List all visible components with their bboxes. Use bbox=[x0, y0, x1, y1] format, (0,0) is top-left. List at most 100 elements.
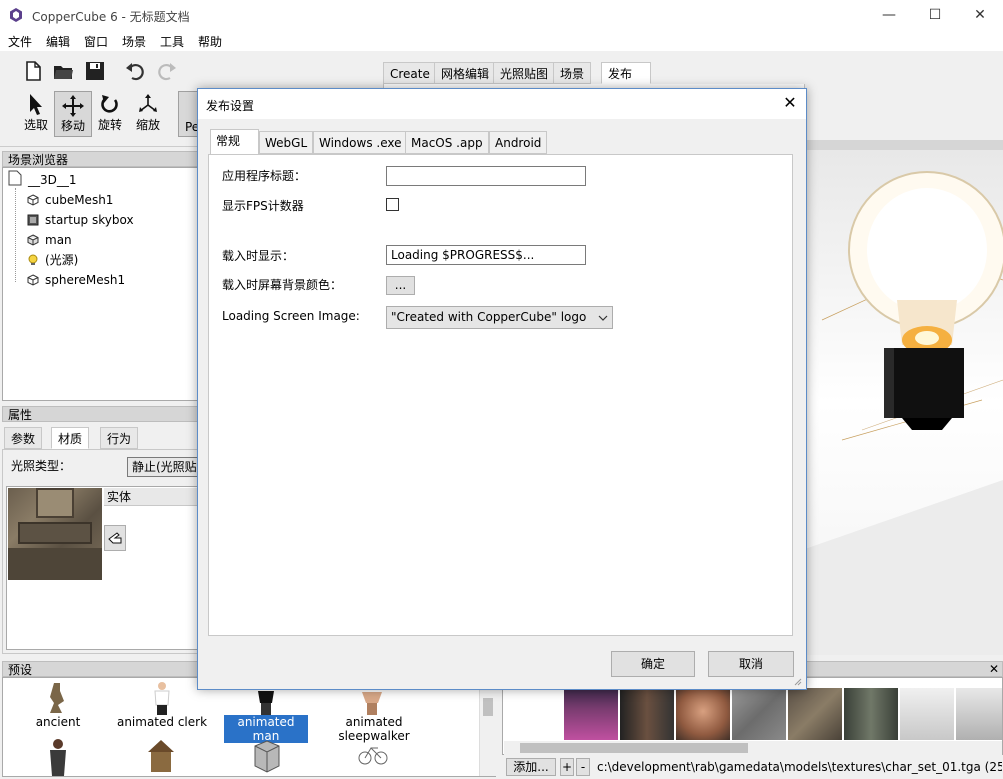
dialog-titlebar bbox=[198, 89, 806, 119]
menu-help[interactable]: 帮助 bbox=[198, 33, 222, 50]
open-folder-icon[interactable] bbox=[52, 60, 74, 82]
app-title-input[interactable] bbox=[386, 166, 586, 186]
tab-material[interactable]: 材质 bbox=[51, 427, 89, 449]
material-type-button[interactable] bbox=[104, 525, 126, 551]
textures-scrollbar[interactable] bbox=[504, 741, 1002, 755]
tab-android[interactable]: Android bbox=[489, 131, 547, 154]
tab-scene[interactable]: 场景 bbox=[553, 62, 591, 84]
menu-scene[interactable]: 场景 bbox=[122, 33, 146, 50]
textures-close-icon[interactable]: ✕ bbox=[986, 661, 1002, 677]
texture-item[interactable] bbox=[564, 688, 618, 740]
tree-item-light[interactable]: (光源) bbox=[27, 250, 78, 270]
texture-item[interactable] bbox=[732, 688, 786, 740]
presets-scrollbar[interactable] bbox=[479, 678, 496, 776]
3d-viewport[interactable] bbox=[802, 150, 1003, 655]
pointer-icon bbox=[26, 93, 46, 117]
tree-item-spheremesh[interactable]: sphereMesh1 bbox=[27, 270, 125, 290]
select-tool-button[interactable]: 选取 bbox=[18, 91, 54, 135]
resize-grip-icon[interactable] bbox=[792, 676, 802, 686]
menu-edit[interactable]: 编辑 bbox=[46, 33, 70, 50]
tree-item-label: cubeMesh1 bbox=[45, 193, 113, 207]
texture-item[interactable] bbox=[620, 688, 674, 740]
bg-color-button[interactable]: ... bbox=[386, 276, 415, 295]
cancel-button[interactable]: 取消 bbox=[708, 651, 794, 677]
preset-animated-clerk[interactable]: animated clerk bbox=[112, 715, 212, 729]
tree-line bbox=[15, 188, 17, 282]
statue-preset-icon bbox=[44, 681, 70, 715]
tab-publish[interactable]: 发布 bbox=[601, 62, 651, 84]
maximize-button[interactable]: ☐ bbox=[912, 0, 958, 31]
menu-tools[interactable]: 工具 bbox=[160, 33, 184, 50]
tab-parameters[interactable]: 参数 bbox=[4, 427, 42, 449]
chevron-down-icon bbox=[598, 315, 608, 321]
tree-item-label: sphereMesh1 bbox=[45, 273, 125, 287]
title-bar: CopperCube 6 - 无标题文档 — ☐ ✕ bbox=[0, 0, 1003, 31]
tab-behavior[interactable]: 行为 bbox=[100, 427, 138, 449]
cube-icon bbox=[27, 194, 39, 206]
tree-item-label: (光源) bbox=[45, 253, 78, 267]
tab-webgl[interactable]: WebGL bbox=[259, 131, 313, 154]
tree-item-root[interactable]: __3D__1 bbox=[8, 170, 77, 190]
move-icon bbox=[61, 94, 85, 118]
rotate-icon bbox=[99, 93, 121, 117]
move-tool-label: 移动 bbox=[55, 117, 91, 134]
loading-image-value: "Created with CopperCube" logo bbox=[391, 310, 586, 324]
app-title-label: 应用程序标题： bbox=[222, 167, 306, 184]
bg-color-label: 载入时屏幕背景颜色： bbox=[222, 276, 342, 293]
new-file-icon[interactable] bbox=[22, 60, 44, 82]
tree-item-label: man bbox=[45, 233, 72, 247]
menu-file[interactable]: 文件 bbox=[8, 33, 32, 50]
dialog-close-icon[interactable]: ✕ bbox=[780, 93, 800, 112]
loading-image-select[interactable]: "Created with CopperCube" logo bbox=[386, 306, 613, 329]
tab-mesh-edit[interactable]: 网格编辑 bbox=[434, 62, 496, 84]
move-tool-button[interactable]: 移动 bbox=[54, 91, 92, 137]
scene-browser-header: 场景浏览器 bbox=[2, 151, 198, 167]
loading-text-input[interactable]: Loading $PROGRESS$... bbox=[386, 245, 586, 265]
rotate-tool-label: 旋转 bbox=[92, 116, 128, 133]
loading-image-label: Loading Screen Image: bbox=[222, 309, 360, 323]
document-icon bbox=[8, 170, 22, 186]
redo-icon[interactable] bbox=[156, 60, 178, 82]
texture-item[interactable] bbox=[788, 688, 842, 740]
fps-counter-checkbox[interactable] bbox=[386, 198, 399, 211]
texture-item[interactable] bbox=[676, 688, 730, 740]
clerk-preset-icon bbox=[150, 681, 174, 715]
texture-item[interactable] bbox=[956, 688, 1002, 740]
rotate-tool-button[interactable]: 旋转 bbox=[92, 91, 128, 135]
menu-window[interactable]: 窗口 bbox=[84, 33, 108, 50]
ok-button[interactable]: 确定 bbox=[611, 651, 695, 677]
hand-pointer-icon bbox=[105, 526, 125, 550]
scale-tool-label: 缩放 bbox=[130, 116, 166, 133]
general-settings-page bbox=[208, 154, 793, 636]
light-bulb-preview bbox=[802, 150, 1003, 655]
close-window-button[interactable]: ✕ bbox=[957, 0, 1003, 31]
properties-header: 属性 bbox=[2, 406, 198, 422]
remove-small-button[interactable]: - bbox=[576, 758, 590, 776]
tab-macos-app[interactable]: MacOS .app bbox=[405, 131, 489, 154]
viewport-header bbox=[802, 140, 1003, 150]
light-bulb-icon bbox=[27, 254, 39, 266]
tree-item-skybox[interactable]: startup skybox bbox=[27, 210, 134, 230]
tab-create[interactable]: Create bbox=[383, 62, 437, 84]
texture-item[interactable] bbox=[844, 688, 898, 740]
minimize-button[interactable]: — bbox=[866, 0, 912, 31]
menu-bar: 文件 编辑 窗口 场景 工具 帮助 bbox=[0, 31, 1003, 51]
window-title: CopperCube 6 - 无标题文档 bbox=[32, 8, 190, 25]
tree-item-man[interactable]: man bbox=[27, 230, 72, 250]
tab-windows-exe[interactable]: Windows .exe bbox=[313, 131, 407, 154]
preset-ancient[interactable]: ancient bbox=[30, 715, 86, 729]
scene-browser-panel: __3D__1 cubeMesh1 startup skybox man (光源… bbox=[2, 167, 198, 401]
texture-path: c:\development\rab\gamedata\models\textu… bbox=[597, 760, 1002, 774]
texture-item[interactable] bbox=[900, 688, 954, 740]
lighting-type-select[interactable]: 静止(光照贴 bbox=[127, 457, 198, 477]
save-icon[interactable] bbox=[84, 60, 106, 82]
scale-tool-button[interactable]: 缩放 bbox=[130, 91, 166, 135]
tab-general[interactable]: 常规 bbox=[210, 129, 259, 155]
add-texture-button[interactable]: 添加... bbox=[506, 758, 556, 776]
tree-item-cubemesh[interactable]: cubeMesh1 bbox=[27, 190, 113, 210]
texture-thumbnail[interactable] bbox=[8, 488, 102, 580]
tab-lightmap[interactable]: 光照贴图 bbox=[493, 62, 555, 84]
undo-icon[interactable] bbox=[124, 60, 146, 82]
house-preset-icon bbox=[146, 738, 176, 776]
add-small-button[interactable]: + bbox=[560, 758, 574, 776]
